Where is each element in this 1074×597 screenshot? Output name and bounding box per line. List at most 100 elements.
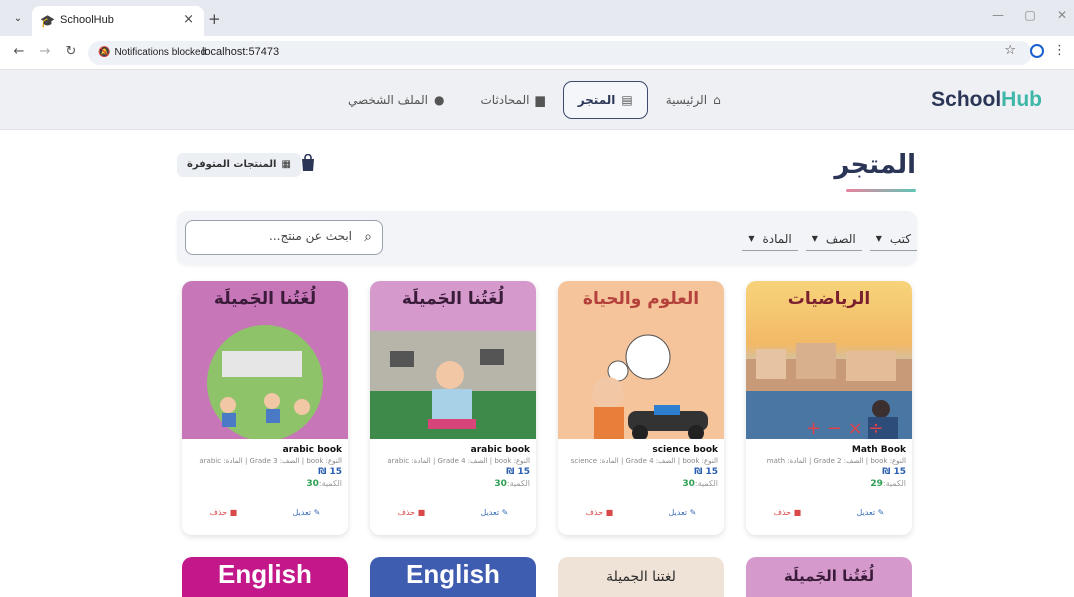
delete-button[interactable]: ■ حذف — [210, 508, 238, 517]
edit-label: تعديل — [292, 508, 312, 517]
title-underline — [846, 189, 916, 192]
menu-kebab-icon[interactable]: ⋮ — [1053, 43, 1066, 58]
available-products-button[interactable]: ▦ المنتجات المتوفرة — [177, 153, 301, 177]
forward-icon[interactable]: → — [36, 44, 54, 59]
omnibox[interactable]: 🔕 Notifications blocked localhost:57473 — [88, 41, 1032, 65]
new-tab-icon[interactable]: + — [208, 10, 221, 28]
product-meta: النوع: book | الصف: Grade 4 | المادة: sc… — [570, 457, 718, 465]
bell-off-icon: 🔕 — [98, 47, 111, 58]
page-title: المتجر — [834, 150, 916, 180]
filter-subject[interactable]: المادة ▼ — [742, 227, 798, 251]
filter-grade-label: الصف — [825, 231, 856, 246]
bookmark-star-icon[interactable]: ☆ — [1004, 43, 1016, 58]
delete-button[interactable]: ■ حذف — [774, 508, 802, 517]
product-info: science book النوع: book | الصف: Grade 4… — [558, 439, 724, 489]
trash-icon: ■ — [227, 508, 238, 517]
filter-bar: ⌕ كتب ▼ الصف ▼ المادة ▼ — [177, 211, 917, 265]
qty-value: 30 — [306, 479, 319, 489]
search-input[interactable] — [202, 229, 352, 243]
book-cover-image: الرياضيات + − × ÷ — [746, 281, 912, 439]
nav-home[interactable]: ⌂ الرئيسية — [648, 81, 739, 119]
filter-type[interactable]: كتب ▼ — [869, 227, 917, 251]
edit-button[interactable]: ✎ تعديل — [669, 508, 697, 517]
filter-grade[interactable]: الصف ▼ — [805, 227, 862, 251]
shopping-bag-icon[interactable] — [300, 154, 316, 172]
product-info: arabic book النوع: book | الصف: Grade 4 … — [370, 439, 536, 489]
browser-tab[interactable]: 🎓 SchoolHub × — [32, 6, 204, 36]
pencil-icon: ✎ — [687, 508, 697, 517]
edit-button[interactable]: ✎ تعديل — [293, 508, 321, 517]
delete-label: حذف — [397, 508, 416, 517]
nav-chats[interactable]: ▆ المحادثات — [462, 81, 562, 119]
edit-button[interactable]: ✎ تعديل — [481, 508, 509, 517]
cover-art: + − × ÷ — [746, 343, 912, 439]
book-cover-image: لُغَتُنا الجَميلَة — [370, 281, 536, 439]
cover-title: لُغَتُنا الجَميلَة — [213, 289, 317, 309]
product-card[interactable]: لُغَتُنا الجَميلَة — [746, 557, 912, 597]
trash-icon: ■ — [603, 508, 614, 517]
product-price: 15 ₪ — [882, 467, 906, 477]
product-price: 15 ₪ — [506, 467, 530, 477]
product-name: arabic book — [282, 445, 342, 455]
delete-button[interactable]: ■ حذف — [586, 508, 614, 517]
product-card[interactable]: English — [370, 557, 536, 597]
caret-down-icon: ▼ — [875, 233, 882, 243]
url-text[interactable]: localhost:57473 — [202, 46, 279, 58]
restore-icon[interactable]: ▢ — [1022, 8, 1038, 22]
cover-title: العلوم والحياة — [582, 289, 700, 309]
schoolhub-logo[interactable]: SchoolHub — [931, 88, 1042, 112]
home-icon: ⌂ — [713, 93, 721, 107]
tab-title: SchoolHub — [60, 14, 114, 26]
product-card[interactable]: العلوم والحياة science book النوع: book … — [558, 281, 724, 535]
product-card[interactable]: لُغَتُنا الجَميلَة arabic book النوع: bo… — [182, 281, 348, 535]
tab-search-chevron-icon[interactable]: ⌄ — [8, 10, 28, 28]
product-price: 15 ₪ — [318, 467, 342, 477]
nav-home-label: الرئيسية — [665, 93, 708, 107]
cover-title: الرياضيات — [787, 289, 871, 309]
tab-close-icon[interactable]: × — [183, 12, 194, 27]
product-meta: النوع: book | الصف: Grade 4 | المادة: ar… — [387, 457, 530, 465]
profile-icon[interactable] — [1030, 44, 1044, 58]
book-cover-image: العلوم والحياة — [558, 281, 724, 439]
notifications-blocked-chip[interactable]: 🔕 Notifications blocked — [92, 44, 212, 62]
close-window-icon[interactable]: ✕ — [1054, 8, 1070, 22]
nav-store[interactable]: ▤ المتجر — [562, 81, 648, 119]
product-name: arabic book — [470, 445, 530, 455]
edit-label: تعديل — [856, 508, 876, 517]
nav-profile[interactable]: ● الملف الشخصي — [330, 81, 462, 119]
product-qty: الكمية:30 — [376, 479, 530, 489]
delete-button[interactable]: ■ حذف — [398, 508, 426, 517]
caret-down-icon: ▼ — [748, 233, 755, 243]
pencil-icon: ✎ — [499, 508, 509, 517]
cover-title: English — [406, 559, 500, 589]
browser-tabbar: ⌄ 🎓 SchoolHub × + — ▢ ✕ — [0, 0, 1074, 36]
card-actions: ✎ تعديل ■ حذف — [558, 508, 724, 517]
filter-subject-label: المادة — [762, 231, 792, 246]
caret-down-icon: ▼ — [811, 233, 818, 243]
nav-chats-label: المحادثات — [480, 93, 530, 107]
cover-title: لُغَتُنا الجَميلَة — [783, 567, 875, 585]
edit-label: تعديل — [480, 508, 500, 517]
product-card[interactable]: لُغَتُنا الجَميلَة arabic book النوع: bo… — [370, 281, 536, 535]
product-card[interactable]: English — [182, 557, 348, 597]
minimize-icon[interactable]: — — [990, 8, 1006, 22]
cover-art — [207, 325, 323, 439]
qty-label: الكمية: — [694, 479, 718, 488]
nav-profile-label: الملف الشخصي — [348, 93, 428, 107]
product-card[interactable]: الرياضيات + − × ÷ Math Book النوع: book … — [746, 281, 912, 535]
window-controls: — ▢ ✕ — [990, 8, 1070, 22]
pencil-icon: ✎ — [875, 508, 885, 517]
back-icon[interactable]: ← — [10, 44, 28, 59]
cover-title: لُغَتُنا الجَميلَة — [401, 289, 505, 309]
product-qty: الكمية:29 — [752, 479, 906, 489]
edit-button[interactable]: ✎ تعديل — [857, 508, 885, 517]
reload-icon[interactable]: ↻ — [62, 44, 80, 59]
card-actions: ✎ تعديل ■ حذف — [746, 508, 912, 517]
pencil-icon: ✎ — [311, 508, 321, 517]
available-products-label: المنتجات المتوفرة — [187, 159, 277, 170]
product-price: 15 ₪ — [694, 467, 718, 477]
delete-label: حذف — [209, 508, 228, 517]
search-box[interactable]: ⌕ — [185, 220, 383, 255]
search-icon: ⌕ — [364, 229, 372, 245]
product-card[interactable]: لغتنا الجميلة — [558, 557, 724, 597]
